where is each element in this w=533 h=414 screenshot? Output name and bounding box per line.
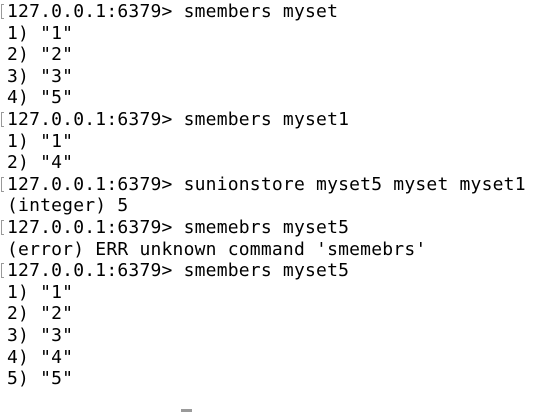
line-text: 3) "3"	[7, 324, 74, 346]
line-text: 5) "5"	[7, 368, 74, 390]
output-line: 1) "1"	[7, 131, 526, 153]
line-text: 127.0.0.1:6379> smembers myset5	[7, 260, 350, 282]
output-line: 2) "4"	[7, 152, 526, 174]
command-line: 127.0.0.1:6379> smembers myset5	[1, 260, 526, 282]
line-text: (integer) 5	[7, 195, 129, 217]
output-line: 1) "1"	[7, 282, 526, 304]
line-text: 2) "4"	[7, 152, 74, 174]
output-line: 4) "5"	[7, 87, 526, 109]
line-text: 1) "1"	[7, 281, 74, 303]
prompt-mark-icon	[1, 176, 4, 192]
line-text: 3) "3"	[7, 65, 74, 87]
line-text: 127.0.0.1:6379> smembers myset1	[7, 108, 350, 130]
line-text: (error) ERR unknown command 'smemebrs'	[7, 238, 427, 260]
prompt-mark-icon	[1, 111, 4, 127]
output-line: 1) "1"	[7, 23, 526, 45]
output-line: (integer) 5	[7, 195, 526, 217]
output-line: 5) "5"	[7, 368, 526, 390]
line-text: 4) "4"	[7, 346, 74, 368]
line-text: 4) "5"	[7, 87, 74, 109]
command-line: 127.0.0.1:6379> smemebrs myset5	[1, 216, 526, 239]
command-line: 127.0.0.1:6379> sunionstore myset5 myset…	[1, 173, 526, 196]
line-text: 127.0.0.1:6379> smemebrs myset5	[7, 216, 350, 238]
output-line: (error) ERR unknown command 'smemebrs'	[7, 239, 526, 261]
command-line: 127.0.0.1:6379> smembers myset	[1, 1, 526, 23]
line-text: 1) "1"	[7, 130, 74, 152]
line-text: 2) "2"	[7, 303, 74, 325]
prompt-mark-icon	[1, 219, 4, 235]
terminal-output[interactable]: 127.0.0.1:6379> smembers myset 1) "1" 2) "…	[1, 1, 526, 390]
prompt-mark-icon	[1, 263, 4, 279]
line-text: 127.0.0.1:6379> sunionstore myset5 myset…	[7, 173, 526, 195]
output-line: 2) "2"	[7, 303, 526, 325]
line-text: 2) "2"	[7, 44, 74, 66]
line-text: 127.0.0.1:6379> smembers myset	[7, 1, 339, 22]
prompt-mark-icon	[1, 4, 4, 19]
output-line: 3) "3"	[7, 325, 526, 347]
output-line: 4) "4"	[7, 347, 526, 369]
text-cursor	[181, 409, 192, 412]
output-line: 3) "3"	[7, 66, 526, 88]
command-line: 127.0.0.1:6379> smembers myset1	[1, 108, 526, 131]
output-line: 2) "2"	[7, 44, 526, 66]
line-text: 1) "1"	[7, 22, 74, 44]
